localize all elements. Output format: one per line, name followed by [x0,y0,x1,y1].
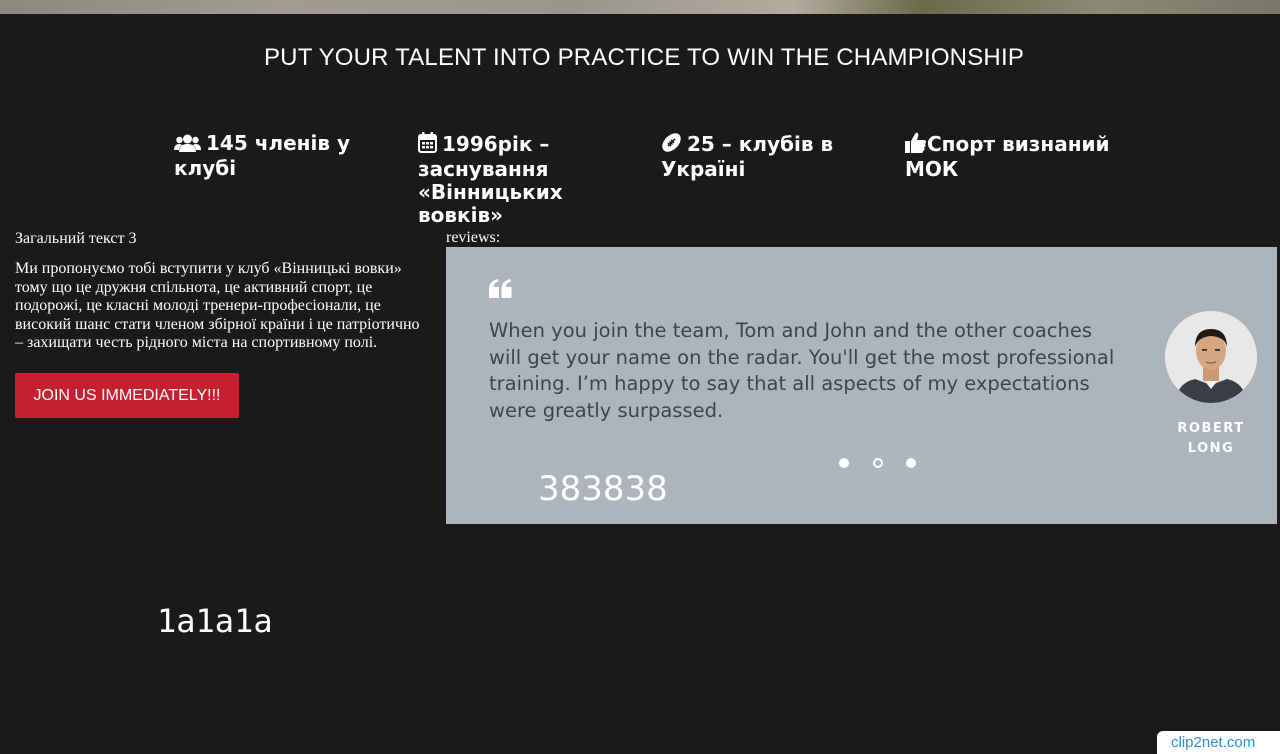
users-icon [174,134,201,157]
section-title: Загальний текст 3 [15,230,137,247]
hero-image-strip [0,0,1280,14]
page-color-code: 1a1a1a [157,602,273,640]
stat-founded-text: 1996рік – заснування «Вінницьких вовків» [418,132,563,227]
calendar-icon [418,132,437,158]
stat-clubs: 25 – клубів в Україні [661,132,891,181]
carousel-dot-3[interactable] [906,458,916,468]
reviewer-name: ROBERT LONG [1159,419,1263,459]
stat-recognized: Спорт визнаний МОК [905,132,1135,181]
section-body: Ми пропонуємо тобі вступити у клуб «Вінн… [15,260,420,351]
reviewer-first-name: ROBERT [1177,421,1245,436]
panel-color-code: 383838 [538,469,668,509]
page-headline: PUT YOUR TALENT INTO PRACTICE TO WIN THE… [263,44,1025,71]
clip2net-watermark: clip2net.com [1157,731,1280,754]
reviews-label: reviews: [446,229,501,246]
reviewer-avatar [1165,311,1257,403]
thumbs-up-icon [905,132,926,158]
review-carousel: When you join the team, Tom and John and… [446,247,1277,524]
review-quote: When you join the team, Tom and John and… [489,319,1115,422]
quote-icon [489,279,512,303]
football-icon [661,132,682,158]
watermark-text: clip2net.com [1171,734,1256,751]
carousel-dot-2[interactable] [873,458,883,468]
reviewer-last-name: LONG [1187,441,1235,456]
stat-founded: 1996рік – заснування «Вінницьких вовків» [418,132,648,227]
stat-members: 145 членів у клубі [174,132,404,180]
carousel-dot-1[interactable] [839,458,849,468]
stat-clubs-text: 25 – клубів в Україні [661,132,834,181]
join-us-button[interactable]: JOIN US IMMEDIATELY!!! [15,373,239,418]
stat-recognized-text: Спорт визнаний МОК [905,132,1110,181]
